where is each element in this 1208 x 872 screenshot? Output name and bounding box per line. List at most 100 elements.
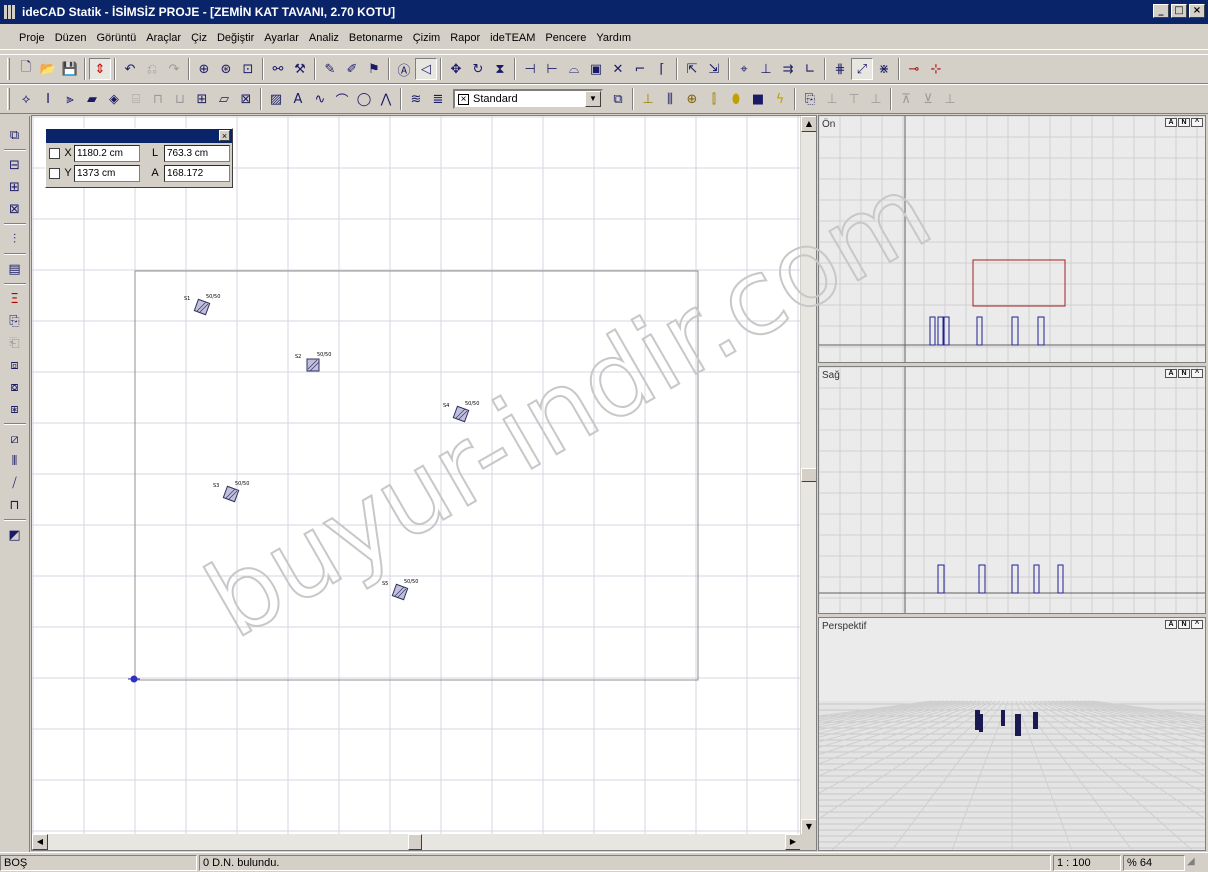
block-icon[interactable]: ⧆ (4, 398, 26, 420)
trim-icon[interactable]: ⊢ (541, 58, 563, 80)
front-viewport[interactable]: Ön A N ^ (818, 115, 1206, 363)
snap-mid-icon[interactable]: ⊹ (925, 58, 947, 80)
snap-arrows-icon[interactable]: ⇉ (777, 58, 799, 80)
document-icon[interactable]: ▤ (4, 258, 26, 280)
rotate-icon[interactable]: ↻ (467, 58, 489, 80)
footing-icon[interactable]: ⊔ (169, 88, 191, 110)
corner-icon[interactable]: ⌐ (629, 58, 651, 80)
column-detail-icon[interactable]: ⫴ (4, 450, 26, 472)
3d-view-icon[interactable]: ◩ (4, 524, 26, 546)
snap-end-icon[interactable]: ⊸ (903, 58, 925, 80)
axis-icon[interactable]: ⟡ (15, 88, 37, 110)
minimize-button[interactable]: _ (1153, 4, 1169, 18)
l-field[interactable]: 763.3 cm (164, 144, 230, 162)
stretch-icon[interactable]: ⇱ (681, 58, 703, 80)
menu-duzen[interactable]: Düzen (50, 32, 92, 44)
dim-tool-2-icon[interactable]: ⊤ (843, 88, 865, 110)
diag-icon[interactable]: ⧄ (4, 428, 26, 450)
foundation-icon[interactable]: ⊓ (147, 88, 169, 110)
stair-icon[interactable]: ⌸ (125, 88, 147, 110)
lightning-icon[interactable]: ϟ (769, 88, 791, 110)
viewport-maximize-button[interactable]: ^ (1191, 369, 1203, 378)
grid-beam-icon[interactable]: ⊞ (191, 88, 213, 110)
load-icon[interactable]: ⊥ (637, 88, 659, 110)
scroll-up-icon[interactable]: ▲ (801, 116, 816, 132)
layers-icon[interactable]: ≋ (405, 88, 427, 110)
snap-node-icon[interactable]: ⋇ (873, 58, 895, 80)
toolbar-grip[interactable] (7, 58, 10, 80)
menu-ayarlar[interactable]: Ayarlar (259, 32, 304, 44)
select-window-icon[interactable]: ◁ (415, 58, 437, 80)
resize-grip-icon[interactable]: ◢ (1187, 856, 1201, 870)
settings-tool-icon[interactable]: ⚒ (289, 58, 311, 80)
close-icon[interactable]: × (219, 130, 230, 141)
save-icon[interactable]: 💾 (59, 58, 81, 80)
menu-pencere[interactable]: Pencere (540, 32, 591, 44)
menu-degistir[interactable]: Değiştir (212, 32, 259, 44)
viewport-n-button[interactable]: N (1178, 620, 1190, 629)
menu-rapor[interactable]: Rapor (445, 32, 485, 44)
measure-icon[interactable]: ⫶ (4, 228, 26, 250)
new-file-icon[interactable]: 🗋 (15, 58, 37, 80)
style-combo[interactable]: × Standard ▼ (453, 89, 603, 109)
menu-proje[interactable]: Proje (14, 32, 50, 44)
ellipse-icon[interactable]: ◯ (353, 88, 375, 110)
maximize-button[interactable]: □ (1171, 4, 1187, 18)
menu-ideteam[interactable]: ideTEAM (485, 32, 540, 44)
material-icon[interactable]: ■ (747, 88, 769, 110)
dim-tool-6-icon[interactable]: ⊥ (939, 88, 961, 110)
paste-props-icon[interactable]: ⎗ (4, 332, 26, 354)
y-field[interactable]: 1373 cm (74, 164, 140, 182)
viewport-a-button[interactable]: A (1165, 369, 1177, 378)
lintel-icon[interactable]: ⏥ (213, 88, 235, 110)
floor-tool-3-icon[interactable]: ⊠ (4, 198, 26, 220)
vertical-scrollbar[interactable]: ▲ ▼ (800, 116, 816, 835)
hatch-icon[interactable]: ⊠ (235, 88, 257, 110)
close-button[interactable]: × (1189, 4, 1205, 18)
floor-select-icon[interactable]: ⇕ (89, 58, 111, 80)
copy-props-icon[interactable]: ⎘ (4, 310, 26, 332)
clone-icon[interactable]: ⧈ (4, 354, 26, 376)
menu-cizim[interactable]: Çizim (408, 32, 446, 44)
viewport-n-button[interactable]: N (1178, 369, 1190, 378)
side-viewport[interactable]: Sağ A N ^ (818, 366, 1206, 614)
menu-ciz[interactable]: Çiz (186, 32, 212, 44)
snap-grid-icon[interactable]: ⋕ (829, 58, 851, 80)
menu-goruntu[interactable]: Görüntü (91, 32, 141, 44)
beam-section-icon[interactable]: Ξ (4, 288, 26, 310)
redo-icon[interactable]: ↷ (163, 58, 185, 80)
text-icon[interactable]: A (287, 88, 309, 110)
vertical-scroll-thumb[interactable] (801, 468, 816, 482)
pen-icon[interactable]: ✎ (319, 58, 341, 80)
break-icon[interactable]: ✕ (607, 58, 629, 80)
chevron-down-icon[interactable]: ▼ (585, 91, 601, 107)
plan-view[interactable]: S1 50/50 S2 50/50 S4 50/50 S3 50/50 S5 50/50 (32, 116, 801, 835)
snap-ortho-icon[interactable]: ⤢ (851, 58, 873, 80)
style-manager-icon[interactable]: ⧉ (607, 88, 629, 110)
x-lock-checkbox[interactable] (49, 147, 60, 159)
image-icon[interactable]: ▨ (265, 88, 287, 110)
polyline-icon[interactable]: ∿ (309, 88, 331, 110)
scroll-right-icon[interactable]: ▶ (785, 834, 801, 850)
spline-icon[interactable]: ⋀ (375, 88, 397, 110)
frame-icon[interactable]: ⊓ (4, 494, 26, 516)
dim-tool-3-icon[interactable]: ⊥ (865, 88, 887, 110)
dim-tool-1-icon[interactable]: ⊥ (821, 88, 843, 110)
viewport-a-button[interactable]: A (1165, 118, 1177, 127)
offset-icon[interactable]: ⌓ (563, 58, 585, 80)
viewport-maximize-button[interactable]: ^ (1191, 620, 1203, 629)
zoom-realtime-icon[interactable]: ⊛ (215, 58, 237, 80)
slash-icon[interactable]: ⧸ (4, 472, 26, 494)
horizontal-scroll-thumb[interactable] (408, 834, 422, 850)
scale-icon[interactable]: ⇲ (703, 58, 725, 80)
open-folder-icon[interactable]: 📂 (37, 58, 59, 80)
floor-tool-1-icon[interactable]: ⊟ (4, 154, 26, 176)
beam-icon[interactable]: ⫸ (59, 88, 81, 110)
snap-cursor-icon[interactable]: ⌖ (733, 58, 755, 80)
analysis-icon[interactable]: ⫿ (703, 88, 725, 110)
horizontal-scrollbar[interactable]: ◀ ▶ (32, 834, 801, 850)
toolbar-grip-2[interactable] (7, 88, 10, 110)
section-icon[interactable]: ⊕ (681, 88, 703, 110)
perspective-viewport[interactable]: Perspektif A N ^ (818, 617, 1206, 851)
slab-icon[interactable]: ◈ (103, 88, 125, 110)
